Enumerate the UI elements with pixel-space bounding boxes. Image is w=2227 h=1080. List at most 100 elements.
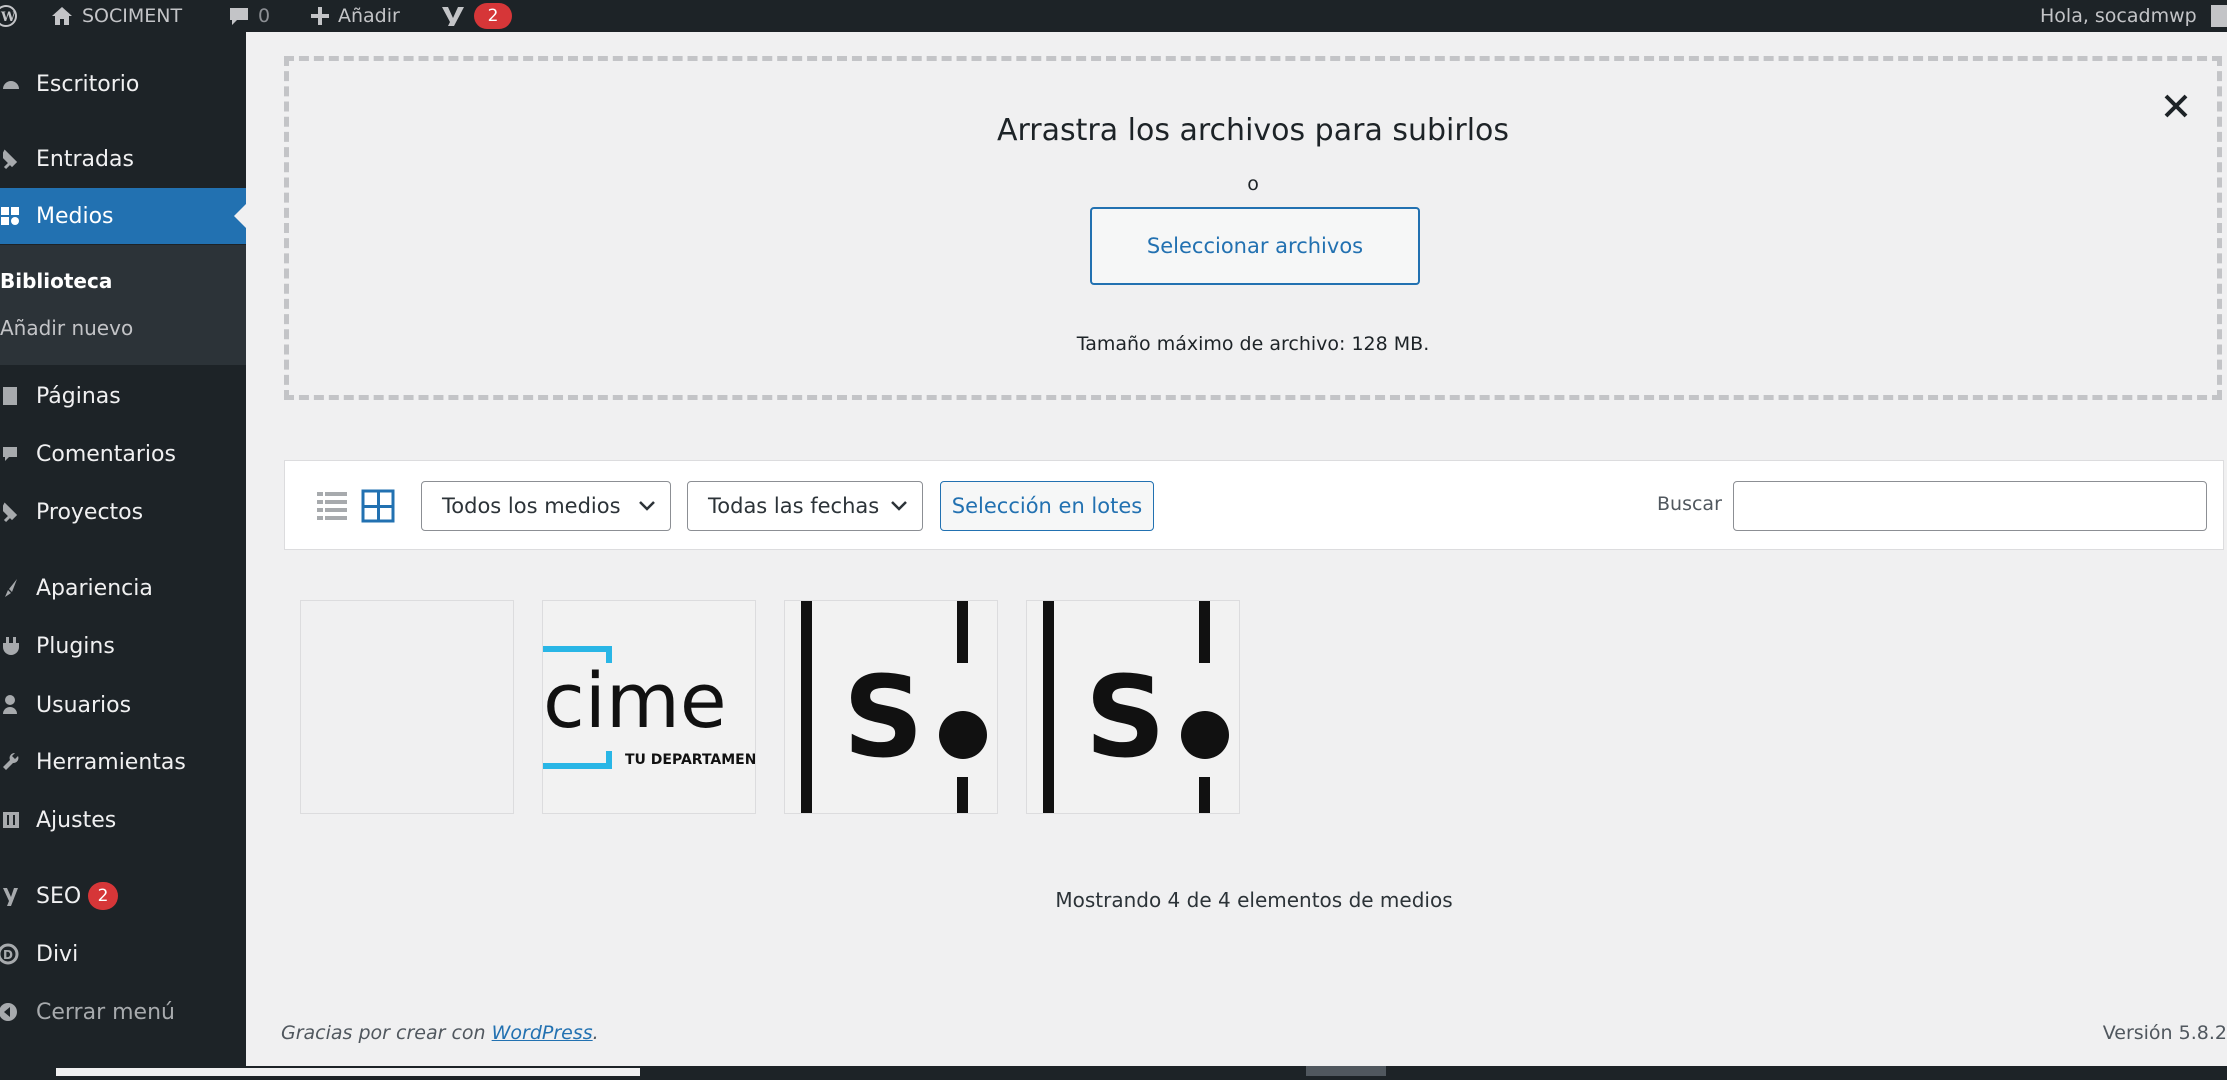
avatar: [2210, 5, 2227, 27]
cime-logo-subtext: TU DEPARTAMENTO: [625, 752, 755, 768]
yoast-menu[interactable]: 2: [440, 0, 512, 32]
media-count-text: Mostrando 4 de 4 elementos de medios: [1055, 888, 1453, 912]
sidebar-item-herramientas[interactable]: Herramientas: [0, 734, 246, 790]
wordpress-link[interactable]: WordPress: [492, 1022, 593, 1044]
comment-icon: [230, 8, 248, 25]
upload-dropzone[interactable]: Arrastra los archivos para subirlos o Se…: [284, 56, 2222, 400]
sidebar-item-label: Ajustes: [36, 807, 117, 833]
sidebar-collapse-menu[interactable]: Cerrar menú: [0, 984, 246, 1040]
submenu-item-biblioteca[interactable]: Biblioteca: [0, 269, 112, 293]
bulk-select-button[interactable]: Selección en lotes: [940, 481, 1154, 531]
sidebar-item-seo[interactable]: SEO 2: [0, 868, 246, 924]
close-uploader-button[interactable]: [2156, 86, 2196, 126]
plugin-icon: [0, 635, 22, 657]
submenu-label: Biblioteca: [0, 269, 113, 293]
submenu-item-anadir-nuevo[interactable]: Añadir nuevo: [0, 316, 133, 340]
sidebar-item-label: Herramientas: [36, 749, 186, 775]
divi-icon: D: [0, 943, 22, 965]
sidebar-item-entradas[interactable]: Entradas: [0, 131, 246, 187]
wrench-icon: [0, 751, 22, 773]
sidebar-item-escritorio[interactable]: Escritorio: [0, 56, 246, 112]
sidebar-item-label: SEO: [36, 883, 82, 909]
grid-view-button[interactable]: [361, 489, 395, 523]
comments-menu[interactable]: 0: [228, 0, 270, 32]
account-menu[interactable]: Hola, socadmwp: [2040, 0, 2227, 32]
search-label: Buscar: [1657, 493, 1722, 515]
taskbar-tab[interactable]: [1306, 1066, 1386, 1076]
sidebar-item-ajustes[interactable]: Ajustes: [0, 792, 246, 848]
sidebar-item-label: Divi: [36, 941, 79, 967]
sidebar-item-proyectos[interactable]: Proyectos: [0, 484, 246, 540]
s-logo-text: S: [1085, 653, 1166, 783]
sidebar-item-usuarios[interactable]: Usuarios: [0, 677, 246, 733]
seo-badge: 2: [88, 882, 118, 910]
taskbar-strip: [0, 1066, 2227, 1080]
filter-date-select[interactable]: Todas las fechas: [687, 481, 923, 531]
cime-logo-text: cime: [543, 656, 727, 745]
pin-icon: [0, 148, 22, 170]
comments-count: 0: [258, 5, 271, 27]
site-name-menu[interactable]: SOCIMENT: [50, 0, 182, 32]
filter-media-type-select[interactable]: Todos los medios: [421, 481, 671, 531]
svg-text:D: D: [3, 948, 13, 962]
gauge-icon: [0, 73, 22, 95]
yoast-badge: 2: [474, 3, 512, 29]
wordpress-logo-menu[interactable]: W: [0, 0, 24, 32]
sidebar-item-label: Páginas: [36, 383, 121, 409]
upload-title: Arrastra los archivos para subirlos: [996, 113, 1510, 148]
list-view-icon: [317, 492, 347, 520]
brush-icon: [0, 577, 22, 599]
pin-icon: [0, 501, 22, 523]
sidebar-item-label: Cerrar menú: [36, 999, 175, 1025]
footer-thanks: Gracias por crear con WordPress.: [281, 1022, 599, 1044]
sidebar-item-label: Usuarios: [36, 692, 132, 718]
grid-view-icon: [361, 489, 395, 523]
attachment-thumbnail-cime-logo: cime TU DEPARTAMENTO: [543, 601, 755, 813]
horizontal-scrollbar-thumb[interactable]: [56, 1068, 640, 1076]
sidebar-item-label: Entradas: [36, 146, 134, 172]
comment-icon: [0, 443, 22, 465]
new-content-menu[interactable]: Añadir: [310, 0, 400, 32]
attachment-tile[interactable]: [300, 600, 514, 814]
chevron-down-icon: [891, 501, 907, 511]
sidebar-item-label: Plugins: [36, 633, 115, 659]
max-upload-size: Tamaño máximo de archivo: 128 MB.: [1076, 333, 1430, 355]
sidebar-item-medios[interactable]: Medios: [0, 188, 246, 244]
search-input[interactable]: [1733, 481, 2207, 531]
s-logo-text: S: [843, 653, 924, 783]
sidebar-item-label: Apariencia: [36, 575, 153, 601]
filter-date-value: Todas las fechas: [708, 494, 880, 518]
sidebar-item-apariencia[interactable]: Apariencia: [0, 560, 246, 616]
attachment-tile[interactable]: S: [784, 600, 998, 814]
yoast-icon: [0, 885, 22, 907]
submenu-label: Añadir nuevo: [0, 316, 134, 340]
sidebar-item-comentarios[interactable]: Comentarios: [0, 426, 246, 482]
attachment-tile[interactable]: S: [1026, 600, 1240, 814]
admin-bar: W SOCIMENT 0 Añadir 2 Hola, socadmwp: [0, 0, 2227, 32]
greeting: Hola, socadmwp: [2040, 5, 2197, 27]
page-icon: [0, 385, 22, 407]
svg-text:W: W: [0, 10, 16, 25]
attachment-thumbnail-blank: [301, 601, 513, 813]
media-submenu: Biblioteca Añadir nuevo: [0, 245, 246, 365]
sidebar-item-paginas[interactable]: Páginas: [0, 368, 246, 424]
list-view-button[interactable]: [315, 489, 349, 523]
sidebar-item-divi[interactable]: D Divi: [0, 926, 246, 982]
close-icon: [2164, 94, 2188, 118]
footer-thanks-prefix: Gracias por crear con: [281, 1022, 486, 1044]
attachment-thumbnail-s-logo: S: [1027, 601, 1239, 813]
upload-or-text: o: [1247, 173, 1259, 195]
wordpress-icon: W: [0, 5, 17, 27]
sidebar-item-label: Comentarios: [36, 441, 176, 467]
media-icon: [0, 205, 22, 227]
user-icon: [0, 694, 22, 716]
sidebar-item-label: Escritorio: [36, 71, 140, 97]
sidebar-item-label: Medios: [36, 203, 114, 229]
settings-icon: [0, 809, 22, 831]
select-files-button[interactable]: Seleccionar archivos: [1090, 207, 1420, 285]
sidebar-item-plugins[interactable]: Plugins: [0, 618, 246, 674]
attachment-tile[interactable]: cime TU DEPARTAMENTO: [542, 600, 756, 814]
plus-icon: [311, 7, 329, 25]
collapse-icon: [0, 1001, 22, 1023]
footer-version: Versión 5.8.2: [2102, 1022, 2227, 1044]
